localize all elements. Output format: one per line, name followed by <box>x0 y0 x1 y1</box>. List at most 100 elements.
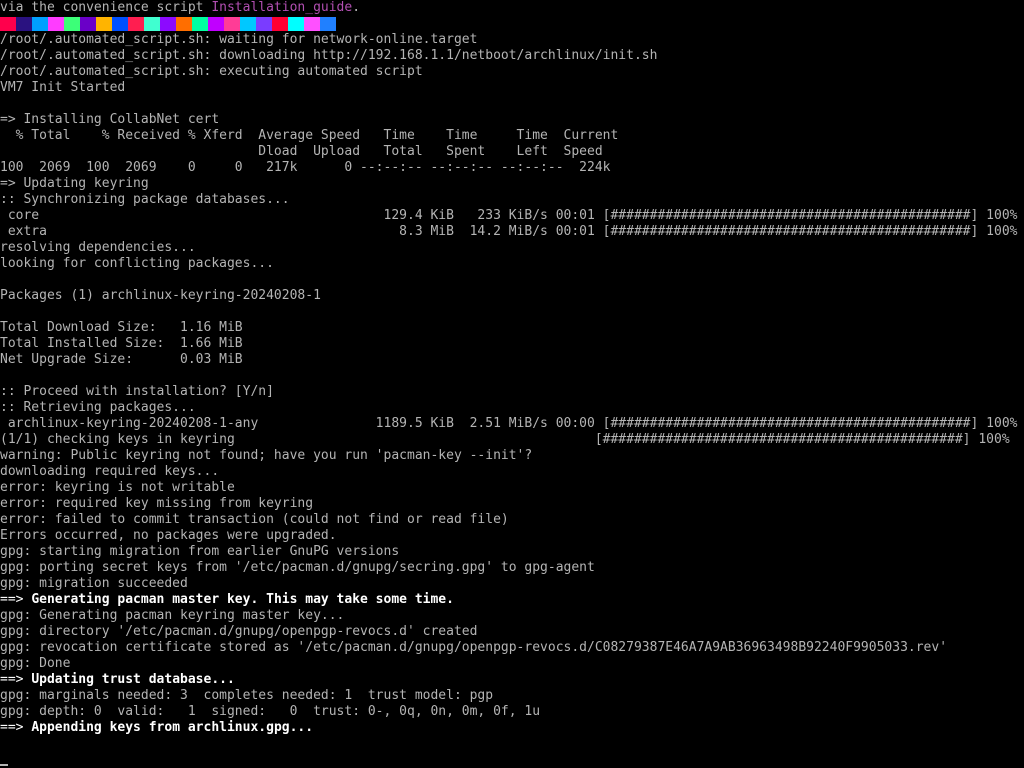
line-text: Appending keys from archlinux.gpg... <box>31 720 314 735</box>
gpg-output-line: gpg: marginals needed: 3 completes neede… <box>0 688 1024 704</box>
arrow-marker: ==> <box>0 720 32 735</box>
error-line: error: keyring is not writable <box>0 480 1024 496</box>
line-text: gpg: directory '/etc/pacman.d/gnupg/open… <box>0 624 478 639</box>
color-bar-segment <box>160 17 176 31</box>
color-bar-segment <box>144 17 160 31</box>
line-text: error: failed to commit transaction (cou… <box>0 512 509 527</box>
color-bar-segment <box>272 17 288 31</box>
output-line: looking for conflicting packages... <box>0 256 1024 272</box>
line-text: Total Download Size: 1.16 MiB <box>0 320 243 335</box>
line-text: looking for conflicting packages... <box>0 256 274 271</box>
error-line: error: required key missing from keyring <box>0 496 1024 512</box>
color-test-bar <box>0 17 336 31</box>
output-line: % Total % Received % Xferd Average Speed… <box>0 128 1024 144</box>
warning-line: warning: Public keyring not found; have … <box>0 448 1024 464</box>
error-line: error: failed to commit transaction (cou… <box>0 512 1024 528</box>
gpg-output-line: gpg: revocation certificate stored as '/… <box>0 640 1024 656</box>
line-text: Errors occurred, no packages were upgrad… <box>0 528 337 543</box>
output-line: via the convenience script Installation_… <box>0 0 1024 16</box>
line-text: /root/.automated_script.sh: executing au… <box>0 64 423 79</box>
line-text: 100 2069 100 2069 0 0 217k 0 --:--:-- --… <box>0 160 611 175</box>
output-line: Packages (1) archlinux-keyring-20240208-… <box>0 288 1024 304</box>
color-bar-segment <box>240 17 256 31</box>
line-text: => Updating keyring <box>0 176 149 191</box>
output-line: Dload Upload Total Spent Left Speed <box>0 144 1024 160</box>
gpg-output-line: gpg: starting migration from earlier Gnu… <box>0 544 1024 560</box>
line-text: VM7 Init Started <box>0 80 126 95</box>
output-line: resolving dependencies... <box>0 240 1024 256</box>
color-bar-segment <box>16 17 32 31</box>
color-bar-segment <box>320 17 336 31</box>
line-text: :: Proceed with installation? [Y/n] <box>0 384 274 399</box>
color-bar-segment <box>176 17 192 31</box>
text-cursor <box>0 764 8 766</box>
line-text: error: required key missing from keyring <box>0 496 314 511</box>
gpg-output-line: gpg: migration succeeded <box>0 576 1024 592</box>
color-bar-segment <box>128 17 144 31</box>
color-bar-segment <box>64 17 80 31</box>
color-bar-segment <box>32 17 48 31</box>
line-text: core 129.4 KiB 233 KiB/s 00:01 [########… <box>0 208 1018 223</box>
line-text: /root/.automated_script.sh: waiting for … <box>0 32 478 47</box>
output-line: Total Installed Size: 1.66 MiB <box>0 336 1024 352</box>
gpg-output-line: gpg: porting secret keys from '/etc/pacm… <box>0 560 1024 576</box>
line-text: Total Installed Size: 1.66 MiB <box>0 336 243 351</box>
line-text: Generating pacman master key. This may t… <box>31 592 454 607</box>
line-text: gpg: depth: 0 valid: 1 signed: 0 trust: … <box>0 704 541 719</box>
line-text: gpg: revocation certificate stored as '/… <box>0 640 948 655</box>
gpg-output-line: gpg: Generating pacman keyring master ke… <box>0 608 1024 624</box>
output-line: downloading required keys... <box>0 464 1024 480</box>
line-text: gpg: porting secret keys from '/etc/pacm… <box>0 560 595 575</box>
color-bar-segment <box>48 17 64 31</box>
status-heading-line: ==> Appending keys from archlinux.gpg... <box>0 720 1024 736</box>
color-bar-segment <box>0 17 16 31</box>
line-text: % Total % Received % Xferd Average Speed… <box>0 128 619 143</box>
line-text: . <box>352 0 361 15</box>
progress-line: archlinux-keyring-20240208-1-any 1189.5 … <box>0 416 1024 432</box>
progress-line: extra 8.3 MiB 14.2 MiB/s 00:01 [########… <box>0 224 1024 240</box>
line-text: archlinux-keyring-20240208-1-any 1189.5 … <box>0 416 1018 431</box>
color-bar-segment <box>256 17 272 31</box>
line-text: (1/1) checking keys in keyring [########… <box>0 432 1010 447</box>
section-heading-line: => Installing CollabNet cert <box>0 112 1024 128</box>
arrow-marker: ==> <box>0 672 32 687</box>
color-bar-segment <box>224 17 240 31</box>
output-line: /root/.automated_script.sh: executing au… <box>0 64 1024 80</box>
line-text: gpg: starting migration from earlier Gnu… <box>0 544 400 559</box>
output-line: /root/.automated_script.sh: waiting for … <box>0 32 1024 48</box>
line-text: :: Retrieving packages... <box>0 400 196 415</box>
line-text: => Installing CollabNet cert <box>0 112 220 127</box>
terminal-screen[interactable]: via the convenience script Installation_… <box>0 0 1024 768</box>
color-bar-segment <box>112 17 128 31</box>
line-text: gpg: marginals needed: 3 completes neede… <box>0 688 494 703</box>
line-text: /root/.automated_script.sh: downloading … <box>0 48 658 63</box>
color-bar-segment <box>192 17 208 31</box>
color-bar-segment <box>208 17 224 31</box>
progress-line: core 129.4 KiB 233 KiB/s 00:01 [########… <box>0 208 1024 224</box>
line-text: gpg: Done <box>0 656 71 671</box>
line-text: gpg: Generating pacman keyring master ke… <box>0 608 345 623</box>
gpg-output-line: gpg: directory '/etc/pacman.d/gnupg/open… <box>0 624 1024 640</box>
status-heading-line: ==> Updating trust database... <box>0 672 1024 688</box>
color-bar-segment <box>304 17 320 31</box>
line-text: via the convenience script <box>0 0 212 15</box>
output-line: Net Upgrade Size: 0.03 MiB <box>0 352 1024 368</box>
status-heading-line: ==> Generating pacman master key. This m… <box>0 592 1024 608</box>
gpg-output-line: gpg: Done <box>0 656 1024 672</box>
color-bar-segment <box>96 17 112 31</box>
color-bar-segment <box>80 17 96 31</box>
pacman-prompt-line: :: Proceed with installation? [Y/n] <box>0 384 1024 400</box>
line-text: resolving dependencies... <box>0 240 196 255</box>
line-text: downloading required keys... <box>0 464 220 479</box>
line-text: Packages (1) archlinux-keyring-20240208-… <box>0 288 321 303</box>
output-line: Total Download Size: 1.16 MiB <box>0 320 1024 336</box>
output-line: /root/.automated_script.sh: downloading … <box>0 48 1024 64</box>
guide-link[interactable]: Installation_guide <box>211 0 352 15</box>
pacman-prompt-line: :: Retrieving packages... <box>0 400 1024 416</box>
line-text: gpg: migration succeeded <box>0 576 188 591</box>
line-text: warning: Public keyring not found; have … <box>0 448 533 463</box>
